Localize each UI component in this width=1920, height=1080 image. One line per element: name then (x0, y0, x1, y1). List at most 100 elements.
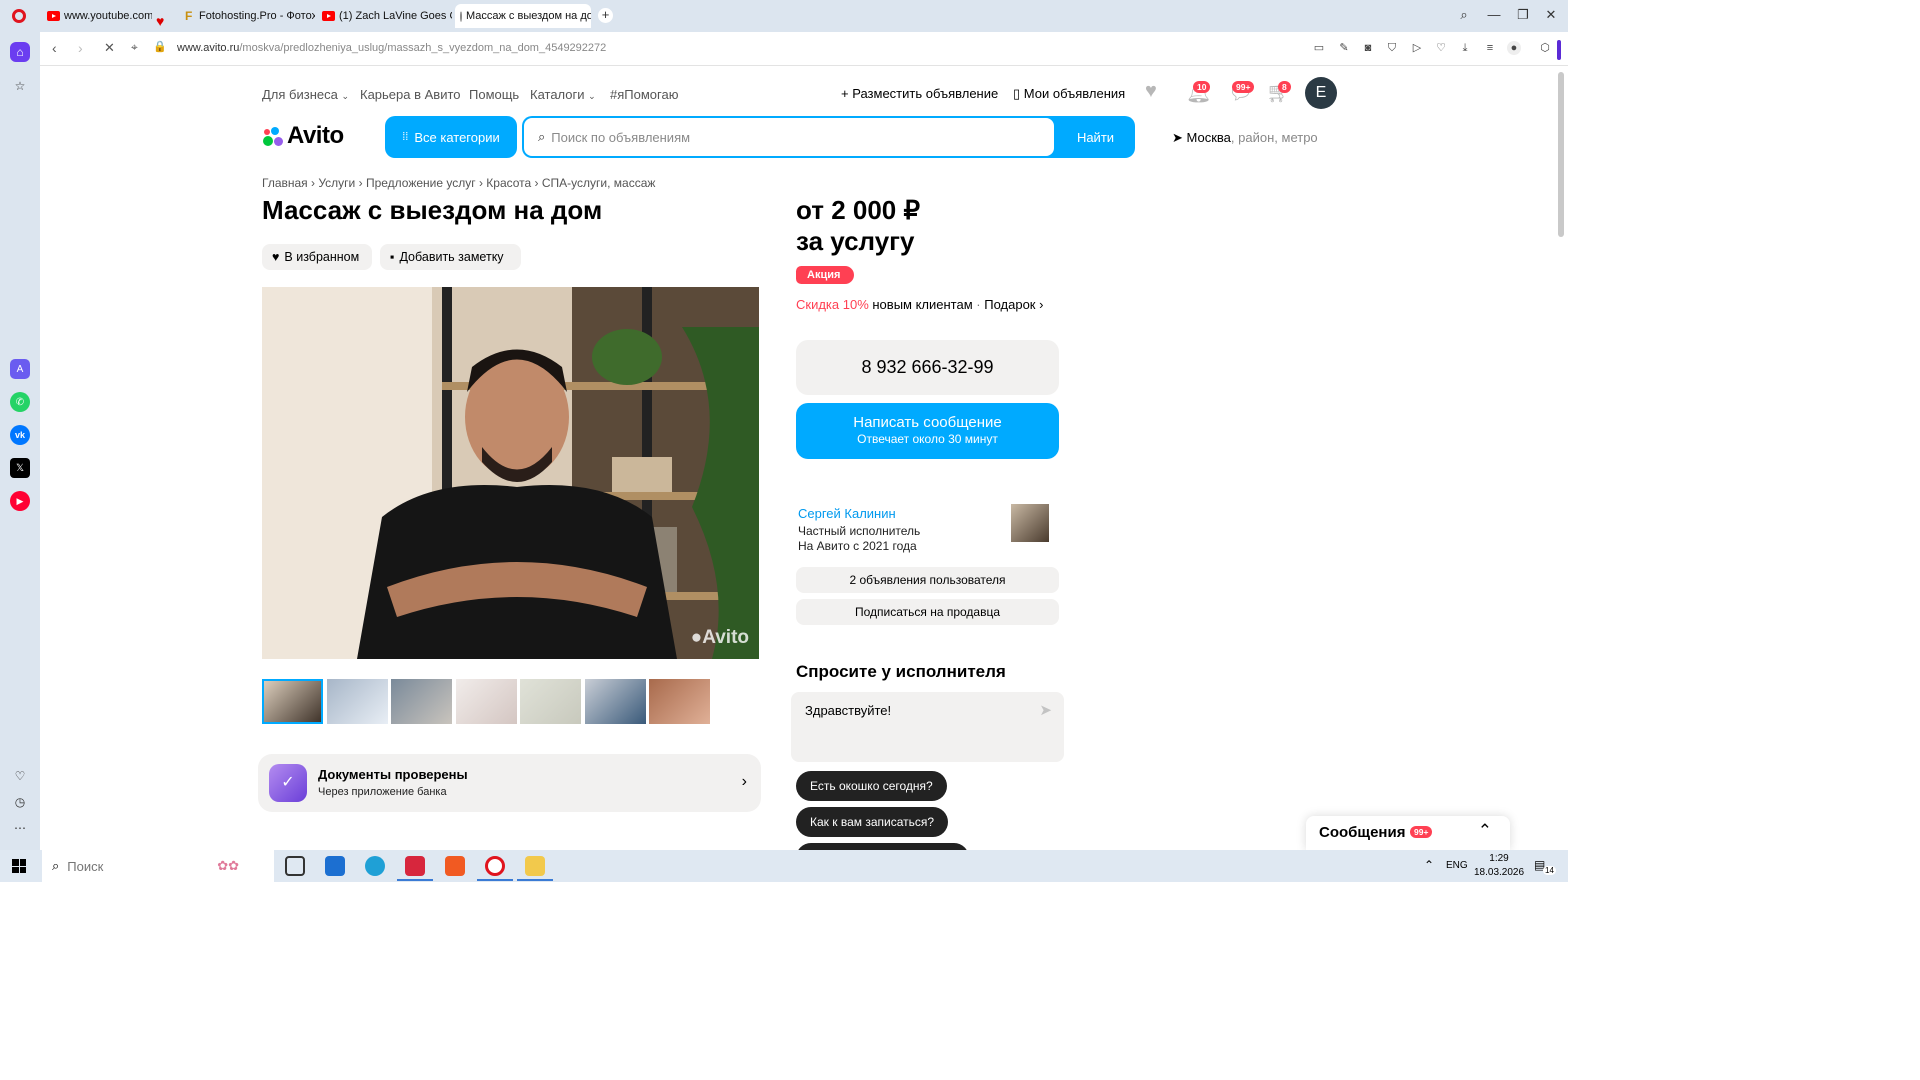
ask-input-value[interactable]: Здравствуйте! (805, 703, 891, 718)
player-icon[interactable]: ▷ (1410, 41, 1424, 55)
thumbnail-2[interactable] (327, 679, 388, 724)
brave-icon[interactable] (445, 856, 465, 876)
stop-loading-icon[interactable]: ✕ (104, 40, 115, 56)
breadcrumb-item[interactable]: Главная (262, 176, 308, 190)
breadcrumb-item[interactable]: Красота (486, 176, 531, 190)
lock-icon[interactable]: 🔒 (153, 40, 167, 53)
post-ad-link[interactable]: + Разместить объявление (841, 86, 998, 101)
restore-icon[interactable]: ❐ (1513, 7, 1533, 23)
top-link-ipomogayu[interactable]: #яПомогаю (610, 87, 678, 102)
taskbar-search[interactable]: ⌕ ✿✿ (42, 850, 274, 882)
tray-chevron-icon[interactable]: ⌃ (1424, 858, 1434, 872)
thumbnail-5[interactable] (520, 679, 581, 724)
extensions-cube-icon[interactable]: ⬡ (1538, 41, 1552, 55)
seller-name-link[interactable]: Сергей Калинин (798, 506, 896, 521)
easy-setup-icon[interactable]: ≡ (1483, 41, 1497, 55)
home-icon[interactable]: ⌂ (10, 42, 30, 62)
chevron-up-icon[interactable]: ⌃ (1478, 821, 1492, 841)
quick-question-button-partial[interactable] (796, 843, 969, 850)
discount-line[interactable]: Скидка 10% новым клиентам · Подарок › (796, 297, 1043, 312)
file-explorer-icon[interactable] (525, 856, 545, 876)
write-message-button[interactable]: Написать сообщение Отвечает около 30 мин… (796, 403, 1059, 459)
vivaldi-icon[interactable] (405, 856, 425, 876)
thumbnail-1[interactable] (262, 679, 323, 724)
edit-icon[interactable]: ✎ (1337, 41, 1351, 55)
profile-icon[interactable]: ● (1507, 41, 1521, 55)
seller-avatar[interactable] (1011, 504, 1049, 542)
whatsapp-icon[interactable]: ✆ (10, 392, 30, 412)
top-link-career[interactable]: Карьера в Авито (360, 87, 461, 102)
quick-question-button[interactable]: Как к вам записаться? (796, 807, 949, 837)
favorites-heart-icon[interactable]: ♡ (1434, 41, 1448, 55)
windows-start-icon[interactable] (12, 859, 26, 873)
taskbar-search-input[interactable] (67, 858, 198, 874)
breadcrumb-item[interactable]: Услуги (318, 176, 355, 190)
language-indicator[interactable]: ENG (1446, 860, 1468, 871)
search-button[interactable]: Найти (1056, 116, 1135, 158)
breadcrumb-item[interactable]: Предложение услуг (366, 176, 476, 190)
gift-link[interactable]: Подарок (984, 297, 1035, 312)
documents-verified-card[interactable]: ✓ Документы проверены Через приложение б… (258, 754, 761, 812)
minimize-icon[interactable]: — (1484, 7, 1504, 22)
thumbnail-7[interactable] (649, 679, 710, 724)
quick-question-button[interactable]: Есть окошко сегодня? (796, 771, 947, 801)
tab-title: (1) Zach LaVine Goes OFF (339, 10, 452, 22)
top-link-business[interactable]: Для бизнеса ⌄ (262, 87, 349, 102)
add-note-button[interactable]: ▪ Добавить заметку (380, 244, 521, 270)
avito-logo[interactable]: Avito (262, 121, 344, 151)
opera-menu-icon[interactable] (12, 9, 26, 23)
mail-app-icon[interactable] (325, 856, 345, 876)
edge-icon[interactable] (365, 856, 385, 876)
thumbnail-6[interactable] (585, 679, 646, 724)
main-photo[interactable]: ●Avito (262, 287, 759, 659)
vk-icon[interactable]: vk (10, 425, 30, 445)
scrollbar-thumb[interactable] (1558, 72, 1564, 237)
my-ads-link[interactable]: ▯ Мои объявления (1013, 86, 1125, 102)
tab-search-icon[interactable]: ⌕ (1454, 7, 1474, 23)
favorite-button[interactable]: ♥ В избранном (262, 244, 372, 270)
seller-ads-button[interactable]: 2 объявления пользователя (796, 567, 1059, 593)
avito-watermark: ●Avito (690, 627, 749, 648)
verified-shield-icon: ✓ (269, 764, 307, 802)
download-icon[interactable]: ⤓ (1458, 41, 1472, 55)
top-link-catalogs[interactable]: Каталоги ⌄ (530, 87, 596, 102)
back-icon[interactable]: ‹ (52, 40, 57, 56)
thumbnail-3[interactable] (391, 679, 452, 724)
star-bookmark-icon[interactable]: ☆ (10, 76, 30, 96)
all-categories-button[interactable]: ⁞⁞ Все категории (385, 116, 517, 158)
heart-sidebar-icon[interactable]: ♡ (10, 766, 30, 786)
close-window-icon[interactable]: ✕ (1541, 7, 1561, 23)
search-input[interactable] (551, 129, 1054, 145)
history-clock-icon[interactable]: ◷ (10, 792, 30, 812)
url-text[interactable]: www.avito.ru/moskva/predlozheniya_uslug/… (177, 42, 606, 54)
camera-icon[interactable]: ◙ (1361, 41, 1375, 55)
tab-avito-active[interactable]: Массаж с выездом на до (455, 4, 591, 28)
music-player-icon[interactable]: ▶ (10, 491, 30, 511)
location-selector[interactable]: ➤ Москва, район, метро (1172, 130, 1318, 146)
clock[interactable]: 1:29 18.03.2026 (1474, 852, 1524, 880)
top-link-help[interactable]: Помощь (469, 87, 519, 102)
adblock-shield-icon[interactable]: ⛉ (1385, 41, 1399, 55)
heart-pin-icon[interactable]: ♥ (156, 13, 164, 29)
location-pin-icon[interactable]: ⌖ (131, 40, 138, 55)
favorites-heart-icon[interactable]: ♥ (1145, 80, 1157, 103)
reader-mode-icon[interactable]: ▭ (1312, 41, 1326, 55)
phone-button[interactable]: 8 932 666-32-99 (796, 340, 1059, 395)
send-icon[interactable]: ➤ (1039, 701, 1052, 719)
forward-icon[interactable]: › (78, 40, 83, 56)
x-twitter-icon[interactable]: 𝕏 (10, 458, 30, 478)
task-view-icon[interactable] (285, 856, 305, 876)
ask-message-box[interactable]: Здравствуйте! ➤ (791, 692, 1064, 762)
aria-ai-icon[interactable]: A (10, 359, 30, 379)
tab-zach-lavine[interactable]: (1) Zach LaVine Goes OFF (317, 4, 452, 28)
new-tab-button[interactable]: + (598, 8, 613, 23)
user-avatar[interactable]: E (1305, 77, 1337, 109)
messages-panel[interactable]: Сообщения 99+ ⌃ (1306, 816, 1510, 850)
subscribe-seller-button[interactable]: Подписаться на продавца (796, 599, 1059, 625)
breadcrumb-item[interactable]: СПА-услуги, массаж (542, 176, 656, 190)
opera-taskbar-icon[interactable] (485, 856, 505, 876)
thumbnail-4[interactable] (456, 679, 517, 724)
tab-youtube[interactable]: www.youtube.com (42, 4, 152, 28)
tab-fotohosting[interactable]: F Fotohosting.Pro - Фотохо (180, 4, 315, 28)
more-dots-icon[interactable]: ⋯ (10, 818, 30, 838)
